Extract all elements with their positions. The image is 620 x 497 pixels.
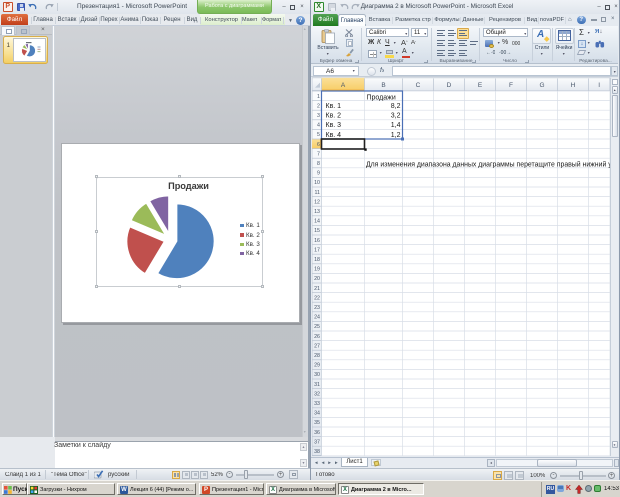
svg-text:36: 36: [314, 430, 320, 436]
svg-text:4: 4: [317, 123, 320, 129]
svg-text:Продажи: Продажи: [367, 94, 396, 101]
svg-text:9: 9: [317, 171, 320, 177]
svg-text:28: 28: [314, 353, 320, 359]
svg-text:3,2: 3,2: [391, 113, 401, 120]
svg-text:13: 13: [314, 209, 320, 215]
svg-text:12: 12: [314, 199, 320, 205]
svg-text:32: 32: [314, 391, 320, 397]
svg-text:16: 16: [314, 238, 320, 244]
svg-text:18: 18: [314, 257, 320, 263]
svg-text:C: C: [416, 82, 421, 89]
svg-text:21: 21: [314, 286, 320, 292]
svg-text:26: 26: [314, 334, 320, 340]
svg-text:3: 3: [317, 113, 320, 119]
svg-text:25: 25: [314, 324, 320, 330]
svg-text:15: 15: [314, 228, 320, 234]
svg-text:10: 10: [314, 180, 320, 186]
svg-text:Кв. 3: Кв. 3: [326, 122, 342, 129]
svg-text:Кв. 2: Кв. 2: [326, 113, 342, 120]
svg-text:33: 33: [314, 401, 320, 407]
svg-text:A: A: [341, 82, 346, 89]
svg-text:5: 5: [317, 132, 320, 138]
svg-text:8,2: 8,2: [391, 103, 401, 110]
svg-text:22: 22: [314, 295, 320, 301]
svg-text:D: D: [447, 82, 452, 89]
svg-text:I: I: [598, 82, 600, 89]
svg-text:8: 8: [317, 161, 320, 167]
svg-text:2: 2: [317, 103, 320, 109]
svg-text:Для изменения диапазона данных: Для изменения диапазона данных диаграммы…: [366, 160, 618, 168]
svg-text:E: E: [478, 82, 483, 89]
svg-text:1,2: 1,2: [391, 132, 401, 139]
svg-text:27: 27: [314, 343, 320, 349]
svg-text:H: H: [571, 82, 576, 89]
svg-text:20: 20: [314, 276, 320, 282]
svg-text:6: 6: [317, 142, 320, 148]
svg-text:37: 37: [314, 439, 320, 445]
svg-text:30: 30: [314, 372, 320, 378]
svg-text:29: 29: [314, 363, 320, 369]
svg-text:G: G: [539, 82, 544, 89]
svg-text:34: 34: [314, 411, 320, 417]
svg-text:7: 7: [317, 151, 320, 157]
svg-text:14: 14: [314, 219, 320, 225]
svg-text:35: 35: [314, 420, 320, 426]
svg-text:11: 11: [315, 190, 321, 196]
svg-text:F: F: [509, 82, 513, 89]
svg-text:1,4: 1,4: [391, 122, 401, 129]
svg-text:B: B: [381, 82, 385, 89]
svg-text:24: 24: [314, 315, 320, 321]
svg-text:Кв. 1: Кв. 1: [326, 103, 342, 110]
svg-text:23: 23: [314, 305, 320, 311]
svg-text:19: 19: [314, 267, 320, 273]
svg-text:31: 31: [314, 382, 320, 388]
svg-text:Кв. 4: Кв. 4: [326, 132, 342, 139]
svg-text:38: 38: [314, 449, 320, 455]
svg-text:17: 17: [314, 247, 320, 253]
svg-text:1: 1: [317, 94, 320, 100]
